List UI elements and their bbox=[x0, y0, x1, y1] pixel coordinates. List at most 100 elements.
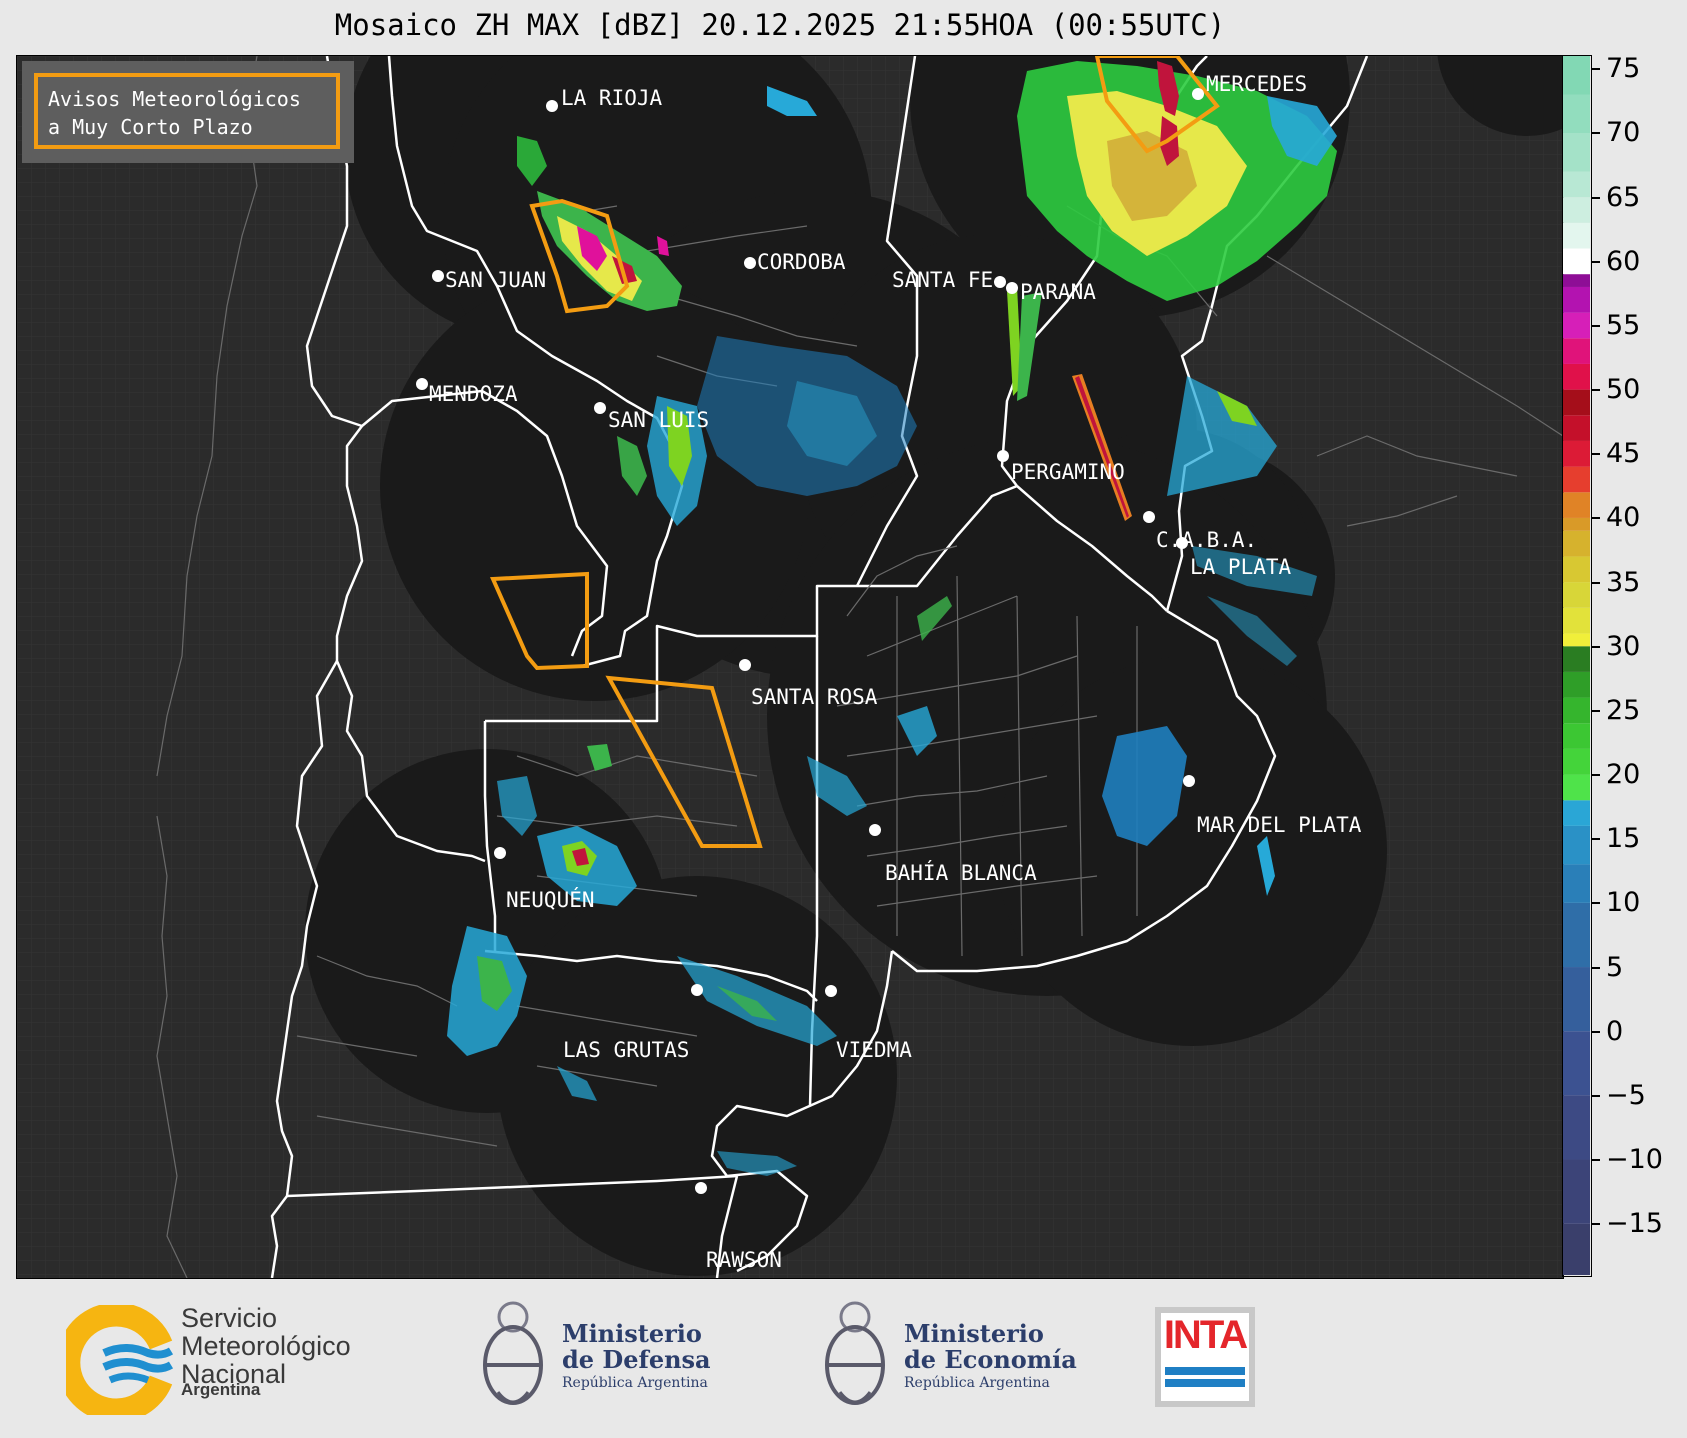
colorbar-tick-mark bbox=[1592, 68, 1600, 71]
colorbar-tick-label: −5 bbox=[1606, 1079, 1646, 1111]
economia-subtitle: República Argentina bbox=[904, 1375, 1050, 1391]
colorbar-swatch bbox=[1563, 646, 1590, 672]
inta-wordmark: INTA bbox=[1163, 1313, 1248, 1357]
colorbar-tick-mark bbox=[1592, 966, 1600, 969]
radar-map[interactable] bbox=[16, 55, 1564, 1279]
colorbar-swatch bbox=[1563, 363, 1590, 390]
colorbar-swatch bbox=[1563, 723, 1590, 749]
colorbar-swatch bbox=[1563, 312, 1590, 339]
colorbar-swatch bbox=[1563, 274, 1590, 287]
colorbar-tick-mark bbox=[1592, 709, 1600, 712]
colorbar-tick-mark bbox=[1592, 517, 1600, 520]
city-label-bahia-blanca: BAHÍA BLANCA bbox=[885, 861, 1037, 885]
colorbar-tick-mark bbox=[1592, 132, 1600, 135]
colorbar-swatch bbox=[1563, 132, 1590, 172]
colorbar-tick-mark bbox=[1592, 902, 1600, 905]
colorbar-tick-label: 30 bbox=[1606, 630, 1641, 662]
colorbar-tick-label: 70 bbox=[1606, 117, 1641, 149]
city-label-san-juan: SAN JUAN bbox=[445, 268, 547, 292]
colorbar-tick-label: 10 bbox=[1606, 887, 1641, 919]
smn-country: Argentina bbox=[181, 1380, 261, 1399]
ministerio-economia-logo: Ministerio de Economía República Argenti… bbox=[820, 1297, 1080, 1422]
city-label-pergamino: PERGAMINO bbox=[1011, 460, 1125, 484]
colorbar-tick-mark bbox=[1592, 196, 1600, 199]
defensa-subtitle: República Argentina bbox=[562, 1375, 708, 1391]
colorbar-tick-label: 20 bbox=[1606, 759, 1641, 791]
coat-of-arms-icon bbox=[825, 1301, 885, 1405]
footer-logos: Servicio Meteorológico Nacional Argentin… bbox=[0, 1277, 1687, 1438]
colorbar-swatch bbox=[1563, 94, 1590, 133]
warning-legend-frame: Avisos Meteorológicos a Muy Corto Plazo bbox=[34, 73, 340, 149]
warning-legend: Avisos Meteorológicos a Muy Corto Plazo bbox=[22, 61, 354, 163]
colorbar-tick-label: 45 bbox=[1606, 438, 1641, 470]
colorbar-swatches bbox=[1563, 56, 1590, 1275]
city-label-rawson: RAWSON bbox=[706, 1248, 782, 1272]
colorbar-tick-mark bbox=[1592, 1159, 1600, 1162]
colorbar-tick-label: 65 bbox=[1606, 181, 1641, 213]
city-label-las-grutas: LAS GRUTAS bbox=[563, 1038, 690, 1062]
ministerio-defensa-logo: Ministerio de Defensa República Argentin… bbox=[478, 1297, 738, 1422]
colorbar-tick-mark bbox=[1592, 1094, 1600, 1097]
city-label-santa-fe: SANTA FE bbox=[892, 268, 994, 292]
colorbar-tick-label: 0 bbox=[1606, 1015, 1624, 1047]
colorbar-tick-label: 75 bbox=[1606, 53, 1641, 85]
colorbar-swatch bbox=[1563, 902, 1590, 968]
city-label-la-plata: LA PLATA bbox=[1190, 555, 1292, 579]
city-label-mendoza: MENDOZA bbox=[429, 382, 518, 406]
radar-map-canvas bbox=[17, 56, 1563, 1278]
colorbar-swatch bbox=[1563, 197, 1590, 223]
colorbar-swatch bbox=[1563, 825, 1590, 865]
city-label-parana: PARANA bbox=[1020, 280, 1096, 304]
colorbar-swatch bbox=[1563, 607, 1590, 634]
colorbar-swatch bbox=[1563, 389, 1590, 416]
colorbar-tick-mark bbox=[1592, 324, 1600, 327]
city-label-san-luis: SAN LUIS bbox=[608, 408, 710, 432]
colorbar-swatch bbox=[1563, 748, 1590, 775]
legend-line-2: a Muy Corto Plazo bbox=[48, 115, 253, 139]
colorbar-swatch bbox=[1563, 415, 1590, 441]
colorbar-tick-label: 35 bbox=[1606, 566, 1641, 598]
legend-line-1: Avisos Meteorológicos bbox=[48, 87, 301, 111]
colorbar-tick-label: 55 bbox=[1606, 309, 1641, 341]
map-title: Mosaico ZH MAX [dBZ] 20.12.2025 21:55HOA… bbox=[334, 8, 1226, 42]
colorbar-swatch bbox=[1563, 1095, 1590, 1160]
economia-title: Ministerio de Economía bbox=[904, 1319, 1077, 1374]
defensa-title: Ministerio de Defensa bbox=[562, 1319, 711, 1374]
city-label-viedma: VIEDMA bbox=[836, 1038, 912, 1062]
colorbar-swatch bbox=[1563, 171, 1590, 198]
colorbar-tick-mark bbox=[1592, 581, 1600, 584]
colorbar-tick-mark bbox=[1592, 260, 1600, 263]
colorbar-swatch bbox=[1563, 633, 1590, 647]
colorbar-tick-mark bbox=[1592, 389, 1600, 392]
city-label-la-rioja: LA RIOJA bbox=[561, 86, 663, 110]
colorbar-swatch bbox=[1563, 248, 1590, 275]
city-label-cordoba: CORDOBA bbox=[757, 250, 846, 274]
city-label-neuquen: NEUQUÉN bbox=[506, 888, 595, 912]
colorbar-tick-label: 60 bbox=[1606, 245, 1641, 277]
colorbar-tick-label: 15 bbox=[1606, 823, 1641, 855]
colorbar-swatch bbox=[1563, 556, 1590, 583]
inta-logo: INTA bbox=[1155, 1307, 1255, 1407]
colorbar-swatch bbox=[1563, 1031, 1590, 1096]
colorbar-swatch bbox=[1563, 671, 1590, 698]
city-label-mercedes: MERCEDES bbox=[1206, 72, 1308, 96]
colorbar-tick-label: 5 bbox=[1606, 951, 1624, 983]
colorbar-tick-label: −15 bbox=[1606, 1208, 1663, 1240]
colorbar-swatch bbox=[1563, 697, 1590, 724]
city-label-caba: C.A.B.A. bbox=[1156, 528, 1258, 552]
colorbar-tick-mark bbox=[1592, 774, 1600, 777]
smn-logo: Servicio Meteorológico Nacional Argentin… bbox=[66, 1277, 396, 1438]
colorbar-tick-mark bbox=[1592, 645, 1600, 648]
colorbar-tick-label: 25 bbox=[1606, 694, 1641, 726]
coat-of-arms-icon bbox=[483, 1301, 543, 1405]
colorbar-swatch bbox=[1563, 440, 1590, 467]
city-label-mar-del-plata: MAR DEL PLATA bbox=[1197, 813, 1362, 837]
colorbar-tick-label: 50 bbox=[1606, 374, 1641, 406]
colorbar-tick-label: −10 bbox=[1606, 1144, 1663, 1176]
colorbar-swatch bbox=[1563, 466, 1590, 493]
colorbar-swatch bbox=[1563, 56, 1590, 95]
colorbar-swatch bbox=[1563, 967, 1590, 1032]
colorbar-swatch bbox=[1563, 774, 1590, 801]
colorbar-tick-mark bbox=[1592, 838, 1600, 841]
colorbar-tick-mark bbox=[1592, 1030, 1600, 1033]
